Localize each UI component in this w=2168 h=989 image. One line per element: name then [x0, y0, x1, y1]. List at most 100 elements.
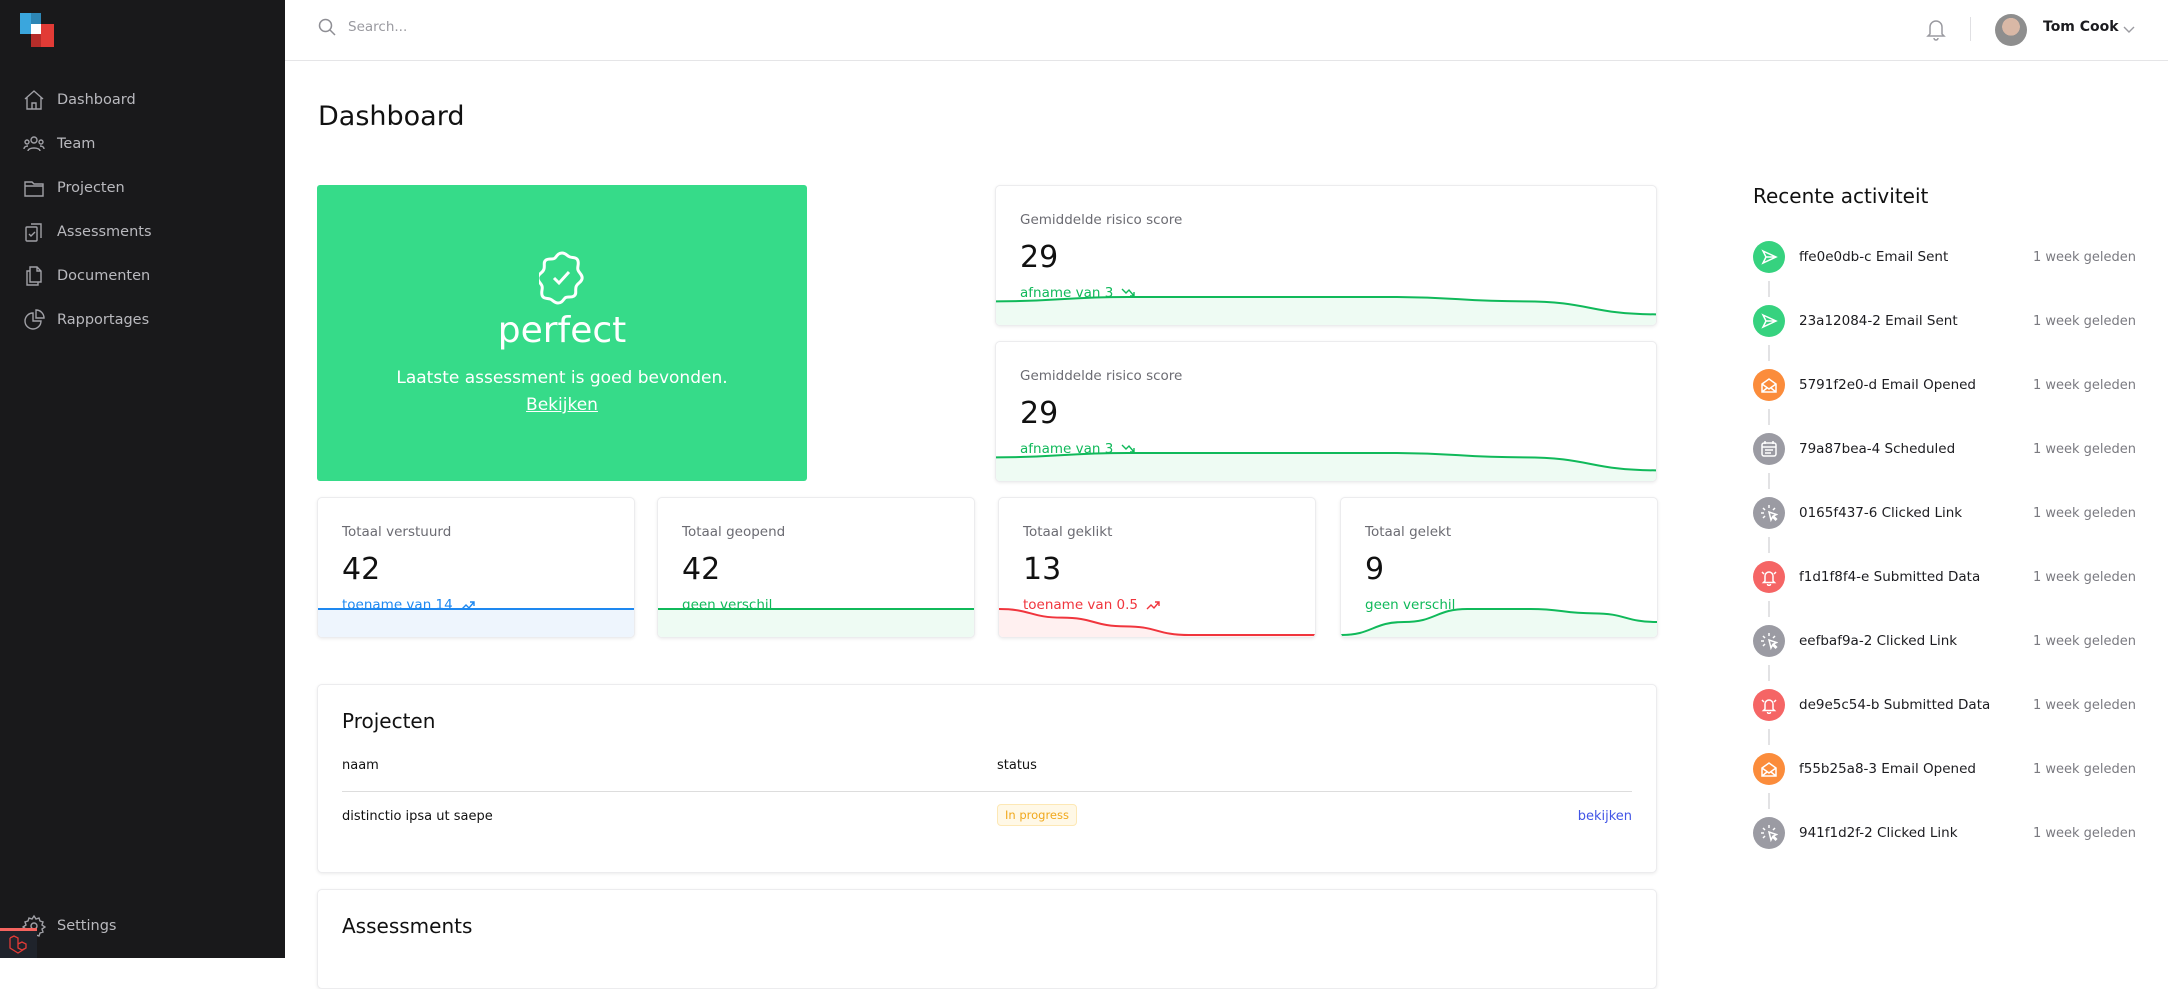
sidebar-item-projecten[interactable]: Projecten	[22, 173, 125, 203]
timeline-connector	[1768, 601, 1770, 617]
activity-icon	[1753, 817, 1785, 849]
avatar[interactable]	[1995, 14, 2027, 46]
view-assessment-link[interactable]: Bekijken	[317, 395, 807, 415]
timeline-connector	[1768, 473, 1770, 489]
sparkline	[318, 607, 634, 637]
panel-title: Projecten	[342, 709, 436, 733]
stat-value: 9	[1365, 552, 1385, 587]
timeline-connector	[1768, 665, 1770, 681]
status-label: perfect	[497, 310, 627, 351]
activity-icon	[1753, 625, 1785, 657]
activity-time: 1 week geleden	[2032, 633, 2136, 649]
activity-item[interactable]: 941f1d2f-2 Clicked Link 1 week geleden	[1753, 817, 2136, 849]
stat-card: Gemiddelde risico score 29 afname van 3	[995, 341, 1657, 482]
sparkline	[996, 451, 1656, 481]
timeline-connector	[1768, 345, 1770, 361]
stat-value: 29	[1020, 396, 1059, 431]
activity-item[interactable]: 23a12084-2 Email Sent 1 week geleden	[1753, 305, 2136, 337]
stat-label: Gemiddelde risico score	[1020, 212, 1183, 228]
sidebar-item-label: Dashboard	[57, 92, 136, 108]
bell-alert-icon	[1761, 699, 1777, 714]
activity-time: 1 week geleden	[2032, 249, 2136, 265]
clipboard-check-icon	[25, 223, 42, 242]
send-icon	[1761, 249, 1778, 265]
sidebar-item-label: Settings	[57, 918, 117, 934]
activity-item[interactable]: 5791f2e0-d Email Opened 1 week geleden	[1753, 369, 2136, 401]
notification-bell-icon[interactable]	[1924, 16, 1948, 42]
activity-item[interactable]: 0165f437-6 Clicked Link 1 week geleden	[1753, 497, 2136, 529]
activity-item[interactable]: eefbaf9a-2 Clicked Link 1 week geleden	[1753, 625, 2136, 657]
envelope-open-icon	[1761, 378, 1777, 393]
user-name[interactable]: Tom Cook	[2043, 19, 2119, 35]
sparkline	[996, 295, 1656, 325]
activity-text: f1d1f8f4-e Submitted Data	[1799, 569, 1981, 585]
sidebar-item-dashboard[interactable]: Dashboard	[22, 85, 136, 115]
activity-time: 1 week geleden	[2032, 697, 2136, 713]
sidebar-item-team[interactable]: Team	[22, 129, 95, 159]
assessments-panel: Assessments	[317, 889, 1657, 989]
activity-item[interactable]: ffe0e0db-c Email Sent 1 week geleden	[1753, 241, 2136, 273]
stat-card: Totaal geopend 42 geen verschil	[657, 497, 975, 638]
activity-item[interactable]: de9e5c54-b Submitted Data 1 week geleden	[1753, 689, 2136, 721]
chevron-down-icon[interactable]	[2122, 22, 2136, 36]
activity-time: 1 week geleden	[2032, 761, 2136, 777]
timeline-connector	[1768, 729, 1770, 745]
timeline-connector	[1768, 537, 1770, 553]
envelope-open-icon	[1761, 762, 1777, 777]
bell-alert-icon	[1761, 571, 1777, 586]
sidebar-item-rapportages[interactable]: Rapportages	[22, 305, 149, 335]
timeline-connector	[1768, 409, 1770, 425]
sidebar-item-label: Assessments	[57, 224, 152, 240]
cursor-click-icon	[1761, 825, 1778, 842]
activity-icon	[1753, 305, 1785, 337]
debugbar-toggle[interactable]	[0, 928, 37, 958]
cursor-click-icon	[1761, 633, 1778, 650]
documents-icon	[26, 266, 42, 286]
stat-card: Totaal verstuurd 42 toename van 14	[317, 497, 635, 638]
top-bar: Search... Tom Cook	[285, 0, 2168, 61]
stat-label: Totaal gelekt	[1365, 524, 1452, 540]
app-logo[interactable]	[20, 13, 54, 47]
activity-text: ffe0e0db-c Email Sent	[1799, 249, 1949, 265]
sidebar: Dashboard Team Projecten Assessments Documen…	[0, 0, 285, 958]
users-icon	[23, 136, 45, 152]
status-message: Laatste assessment is goed bevonden.	[396, 368, 728, 388]
sidebar-item-label: Documenten	[57, 268, 151, 284]
stat-label: Totaal geklikt	[1023, 524, 1113, 540]
stat-card: Gemiddelde risico score 29 afname van 3	[995, 185, 1657, 326]
cursor-click-icon	[1761, 505, 1778, 522]
sparkline-area	[318, 609, 634, 637]
activity-item[interactable]: f55b25a8-3 Email Opened 1 week geleden	[1753, 753, 2136, 785]
search-input[interactable]: Search...	[317, 17, 407, 37]
activity-item[interactable]: 79a87bea-4 Scheduled 1 week geleden	[1753, 433, 2136, 465]
activity-icon	[1753, 369, 1785, 401]
stat-label: Totaal geopend	[682, 524, 786, 540]
sidebar-item-label: Projecten	[57, 180, 125, 196]
activity-text: de9e5c54-b Submitted Data	[1799, 697, 1991, 713]
sidebar-item-assessments[interactable]: Assessments	[22, 217, 152, 247]
stat-value: 42	[682, 552, 721, 587]
sparkline	[1341, 607, 1657, 637]
activity-text: 0165f437-6 Clicked Link	[1799, 505, 1963, 521]
sparkline	[999, 607, 1315, 637]
view-project-link[interactable]: bekijken	[1578, 809, 1632, 824]
sparkline	[658, 607, 974, 637]
pie-chart-icon	[24, 309, 45, 330]
status-badge: In progress	[997, 804, 1077, 826]
stat-card: Totaal geklikt 13 toename van 0.5	[998, 497, 1316, 638]
home-icon	[24, 90, 44, 110]
stat-card: Totaal gelekt 9 geen verschil	[1340, 497, 1658, 638]
activity-item[interactable]: f1d1f8f4-e Submitted Data 1 week geleden	[1753, 561, 2136, 593]
search-icon	[318, 18, 336, 36]
activity-icon	[1753, 433, 1785, 465]
stat-value: 13	[1023, 552, 1062, 587]
sidebar-item-documenten[interactable]: Documenten	[22, 261, 150, 291]
activity-time: 1 week geleden	[2032, 377, 2136, 393]
sparkline-area	[658, 609, 974, 637]
activity-text: f55b25a8-3 Email Opened	[1799, 761, 1976, 777]
page-title: Dashboard	[318, 101, 465, 132]
timeline-connector	[1768, 281, 1770, 297]
sparkline-area	[996, 297, 1656, 325]
activity-icon	[1753, 561, 1785, 593]
stat-label: Totaal verstuurd	[342, 524, 452, 540]
